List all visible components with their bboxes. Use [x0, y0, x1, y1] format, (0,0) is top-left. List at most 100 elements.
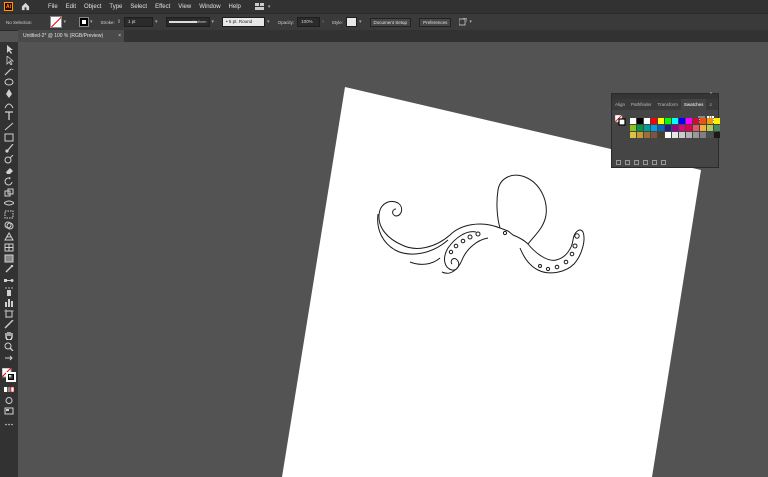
opacity-field[interactable]: 100%: [297, 17, 321, 27]
pen-tool-icon[interactable]: [4, 89, 14, 98]
color-swatch[interactable]: [672, 132, 679, 139]
document-setup-button[interactable]: Document Setup: [369, 17, 412, 27]
color-swatch[interactable]: [651, 118, 658, 125]
swatch-libraries-icon[interactable]: [616, 160, 621, 165]
tab-align[interactable]: Align: [612, 99, 628, 110]
chevron-right-icon[interactable]: ›: [322, 19, 324, 25]
menu-view[interactable]: View: [174, 4, 195, 10]
color-swatch[interactable]: [693, 125, 700, 132]
color-swatch[interactable]: [658, 132, 665, 139]
swap-fill-stroke-icon[interactable]: [4, 355, 14, 364]
color-swatch[interactable]: [714, 125, 721, 132]
artboard-tool-icon[interactable]: [4, 309, 14, 318]
rectangle-tool-icon[interactable]: [4, 133, 14, 142]
blend-tool-icon[interactable]: [4, 276, 14, 285]
menu-file[interactable]: File: [44, 4, 62, 10]
color-swatch[interactable]: [637, 125, 644, 132]
close-icon[interactable]: ×: [710, 90, 712, 95]
color-swatch[interactable]: [714, 132, 721, 139]
workspace-switcher[interactable]: ▾: [254, 3, 270, 10]
chevron-down-icon[interactable]: ▾: [469, 19, 472, 25]
lasso-tool-icon[interactable]: [4, 78, 14, 87]
color-swatch[interactable]: [665, 125, 672, 132]
menu-help[interactable]: Help: [225, 4, 245, 10]
color-swatch[interactable]: [707, 132, 714, 139]
magic-wand-tool-icon[interactable]: [4, 67, 14, 76]
scale-tool-icon[interactable]: [4, 188, 14, 197]
color-swatch[interactable]: [630, 125, 637, 132]
color-swatch[interactable]: [672, 125, 679, 132]
color-swatch[interactable]: [686, 118, 693, 125]
gradient-tool-icon[interactable]: [4, 254, 14, 263]
swatch-options-icon[interactable]: [634, 160, 639, 165]
chevron-down-icon[interactable]: ▾: [155, 19, 158, 25]
color-swatch[interactable]: [637, 118, 644, 125]
color-swatch[interactable]: [693, 132, 700, 139]
color-swatch[interactable]: [707, 118, 714, 125]
color-swatch[interactable]: [644, 125, 651, 132]
color-swatch[interactable]: [679, 125, 686, 132]
color-swatch[interactable]: [700, 118, 707, 125]
draw-mode-icon[interactable]: [4, 396, 14, 405]
color-swatch[interactable]: [651, 125, 658, 132]
arrange-documents-icon[interactable]: [459, 18, 468, 26]
menu-effect[interactable]: Effect: [151, 4, 174, 10]
column-graph-tool-icon[interactable]: [4, 298, 14, 307]
direct-selection-tool-icon[interactable]: [4, 56, 14, 65]
slice-tool-icon[interactable]: [4, 320, 14, 329]
menu-edit[interactable]: Edit: [62, 4, 80, 10]
color-swatch[interactable]: [630, 118, 637, 125]
new-swatch-icon[interactable]: [652, 160, 657, 165]
show-kinds-icon[interactable]: [625, 160, 630, 165]
color-swatch[interactable]: [651, 132, 658, 139]
close-icon[interactable]: ×: [118, 30, 121, 42]
color-swatch[interactable]: [686, 132, 693, 139]
stepper-icon[interactable]: ⇕: [117, 19, 121, 25]
delete-swatch-icon[interactable]: [661, 160, 666, 165]
selection-tool-icon[interactable]: [4, 45, 14, 54]
chevron-down-icon[interactable]: ▾: [90, 19, 93, 25]
type-tool-icon[interactable]: [4, 111, 14, 120]
document-tab[interactable]: Untitled-2* @ 100 % (RGB/Preview) ×: [18, 30, 124, 42]
chevron-down-icon[interactable]: ▾: [267, 19, 270, 25]
color-swatch[interactable]: [700, 125, 707, 132]
shape-builder-tool-icon[interactable]: [4, 221, 14, 230]
menu-object[interactable]: Object: [80, 4, 105, 10]
brush-definition[interactable]: • 5 pt. Round: [222, 17, 266, 27]
color-swatch[interactable]: [637, 132, 644, 139]
free-transform-tool-icon[interactable]: [4, 210, 14, 219]
color-swatch[interactable]: [686, 125, 693, 132]
tab-swatches[interactable]: Swatches: [680, 99, 707, 110]
edit-toolbar-icon[interactable]: [4, 420, 14, 429]
eraser-tool-icon[interactable]: [4, 166, 14, 175]
paintbrush-tool-icon[interactable]: [4, 144, 14, 153]
new-color-group-icon[interactable]: [643, 160, 648, 165]
color-swatch[interactable]: [658, 118, 665, 125]
color-swatch[interactable]: [679, 132, 686, 139]
color-mode-icon[interactable]: [4, 385, 14, 394]
fill-stroke-indicator[interactable]: [2, 368, 16, 382]
chevron-down-icon[interactable]: ▾: [359, 19, 362, 25]
menu-select[interactable]: Select: [126, 4, 151, 10]
line-tool-icon[interactable]: [4, 122, 14, 131]
width-tool-icon[interactable]: [4, 199, 14, 208]
stroke-weight-field[interactable]: 1 pt: [124, 17, 154, 27]
tab-pathfinder[interactable]: Pathfinder: [628, 99, 655, 110]
panel-menu-icon[interactable]: ≡: [706, 99, 715, 110]
shaper-tool-icon[interactable]: [4, 155, 14, 164]
zoom-tool-icon[interactable]: [4, 342, 14, 351]
menu-type[interactable]: Type: [105, 4, 126, 10]
color-swatch[interactable]: [700, 132, 707, 139]
color-swatch[interactable]: [644, 132, 651, 139]
curvature-tool-icon[interactable]: [4, 100, 14, 109]
color-swatch[interactable]: [707, 125, 714, 132]
color-swatch[interactable]: [665, 132, 672, 139]
fill-swatch[interactable]: [49, 16, 62, 28]
hand-tool-icon[interactable]: [4, 331, 14, 340]
opacity-label[interactable]: Opacity:: [278, 20, 295, 25]
tab-transform[interactable]: Transform: [655, 99, 681, 110]
home-icon[interactable]: [21, 2, 30, 11]
chevron-down-icon[interactable]: ▾: [212, 19, 215, 25]
menu-window[interactable]: Window: [195, 4, 224, 10]
rotate-tool-icon[interactable]: [4, 177, 14, 186]
